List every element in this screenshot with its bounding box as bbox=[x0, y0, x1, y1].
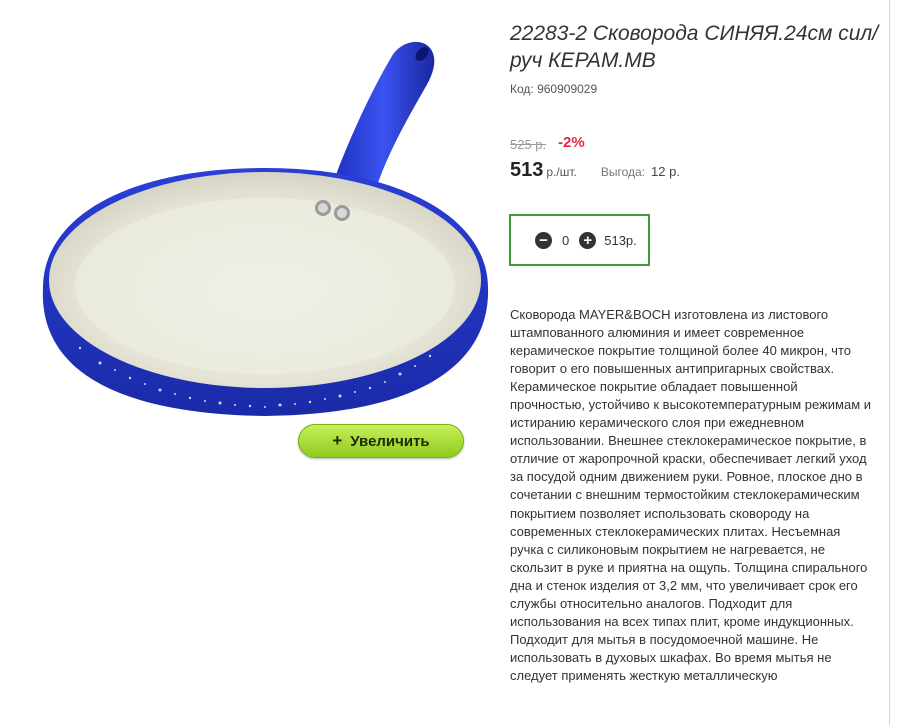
product-image[interactable] bbox=[40, 18, 490, 468]
product-title: 22283-2 Сковорода СИНЯЯ.24см сил/руч КЕР… bbox=[510, 22, 879, 72]
quantity-value: 0 bbox=[562, 232, 570, 248]
quantity-stepper: − 0 + 513р. bbox=[509, 214, 650, 266]
zoom-label: Увеличить bbox=[350, 432, 430, 450]
plus-circle-icon[interactable]: + bbox=[579, 231, 597, 249]
profit-value: 12 р. bbox=[651, 164, 680, 179]
product-code: Код: 960909029 bbox=[510, 82, 598, 96]
plus-icon: + bbox=[332, 431, 343, 450]
discount-badge: -2% bbox=[558, 134, 585, 151]
zoom-button[interactable]: + Увеличить bbox=[298, 424, 464, 458]
price-unit: р./шт. bbox=[546, 165, 577, 179]
price: 513 bbox=[510, 159, 544, 181]
price-row: 513 р./шт. Выгода: 12 р. bbox=[510, 159, 680, 182]
product-description: Сковорода MAYER&BOCH изготовлена из лист… bbox=[510, 307, 872, 683]
quantity-total: 513р. bbox=[604, 232, 637, 248]
profit-label: Выгода: bbox=[600, 165, 646, 179]
page-right-border bbox=[889, 0, 890, 725]
old-price: 525 р. bbox=[510, 137, 547, 152]
minus-icon[interactable]: − bbox=[535, 231, 552, 249]
frying-pan-image bbox=[42, 41, 489, 416]
